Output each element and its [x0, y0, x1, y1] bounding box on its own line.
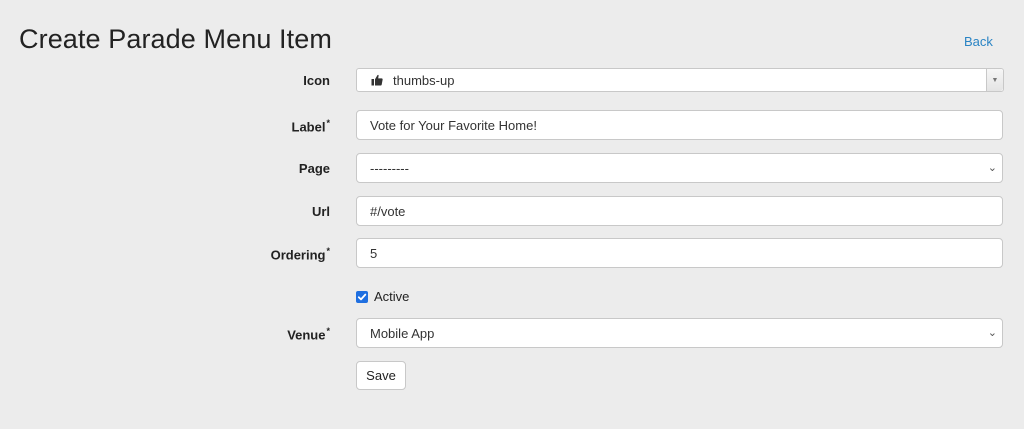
checkmark-icon — [357, 293, 367, 300]
ordering-input-value: 5 — [370, 245, 378, 261]
back-link[interactable]: Back — [964, 34, 993, 49]
label-field-label: Label* — [291, 118, 330, 135]
venue-select-value: Mobile App — [370, 325, 435, 341]
dropdown-arrow-icon[interactable]: ▼ — [986, 69, 1003, 91]
save-button[interactable]: Save — [356, 361, 406, 390]
active-checkbox-row[interactable]: Active — [356, 289, 409, 304]
venue-field-label: Venue* — [287, 326, 330, 343]
venue-select[interactable]: Mobile App ⌄ — [356, 318, 1003, 348]
active-checkbox[interactable] — [356, 290, 368, 303]
icon-select-value: thumbs-up — [393, 72, 455, 88]
ordering-input[interactable]: 5 — [356, 238, 1003, 268]
chevron-down-icon: ⌄ — [987, 326, 997, 339]
page-field-label: Page — [298, 161, 330, 176]
label-input-value: Vote for Your Favorite Home! — [370, 117, 537, 133]
active-checkbox-label: Active — [374, 289, 410, 304]
label-input[interactable]: Vote for Your Favorite Home! — [356, 110, 1003, 140]
icon-select[interactable]: thumbs-up ▼ — [356, 68, 1004, 92]
page-title: Create Parade Menu Item — [19, 24, 332, 54]
page-select[interactable]: --------- ⌄ — [356, 153, 1003, 183]
url-input[interactable]: #/vote — [356, 196, 1003, 226]
thumbs-up-icon — [371, 74, 383, 86]
page-select-value: --------- — [370, 160, 409, 176]
icon-label: Icon — [303, 73, 330, 88]
url-input-value: #/vote — [370, 203, 406, 219]
chevron-down-icon: ⌄ — [987, 161, 997, 174]
ordering-field-label: Ordering* — [270, 246, 330, 263]
url-field-label: Url — [311, 204, 330, 219]
